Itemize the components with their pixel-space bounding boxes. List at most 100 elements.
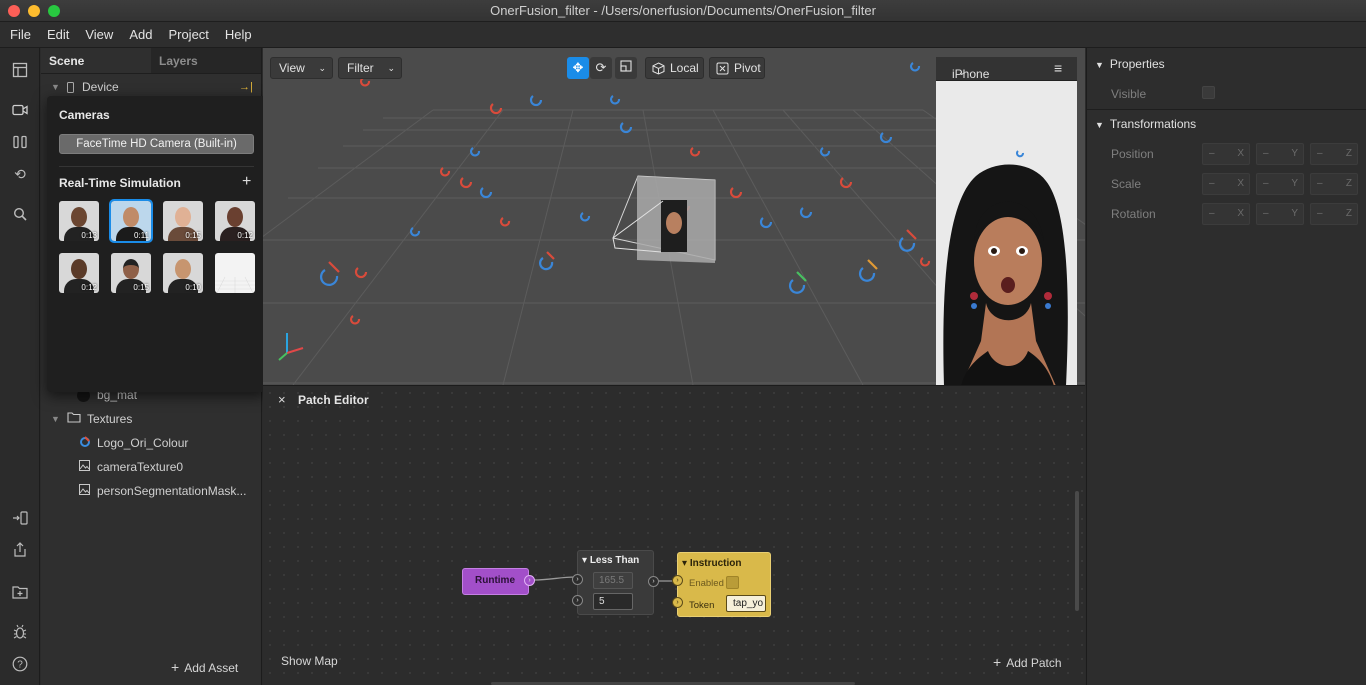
patch-editor[interactable]: × Patch Editor Runtime › ▾ Less Than 165… <box>263 385 1085 685</box>
add-video-button[interactable]: + <box>242 173 251 191</box>
expand-caret-icon[interactable]: ▼ <box>51 82 61 92</box>
phone-icon <box>67 81 74 93</box>
add-patch-label: Add Patch <box>1006 656 1062 670</box>
move-tool-icon[interactable]: ✥ <box>567 57 589 79</box>
menu-view[interactable]: View <box>85 27 113 42</box>
axis-label: Z <box>1345 208 1352 219</box>
instruction-enabled-port[interactable]: › <box>672 575 683 586</box>
simulation-video-thumb-selected[interactable]: 0:11 <box>109 199 153 243</box>
menu-icon[interactable]: ≡ <box>1054 60 1062 76</box>
visible-checkbox[interactable] <box>1202 86 1215 99</box>
bug-icon[interactable] <box>10 622 30 642</box>
position-z-field[interactable]: – Z <box>1310 143 1358 165</box>
scale-x-field[interactable]: – X <box>1202 173 1250 195</box>
video-camera-icon[interactable] <box>10 100 30 120</box>
search-icon[interactable] <box>10 204 30 224</box>
less-than-input-1[interactable]: 165.5 <box>593 572 633 589</box>
scale-tool-icon[interactable] <box>615 57 637 79</box>
less-than-output-port[interactable]: › <box>648 576 659 587</box>
rotate-tool-icon[interactable]: ⟳ <box>590 57 612 79</box>
grid-floor-icon <box>215 276 255 293</box>
rotation-z-field[interactable]: – Z <box>1310 203 1358 225</box>
video-duration: 0:10 <box>185 283 201 292</box>
tree-item-texture[interactable]: personSegmentationMask... <box>79 481 246 501</box>
tab-layers[interactable]: Layers <box>151 48 261 73</box>
scale-y-field[interactable]: – Y <box>1256 173 1304 195</box>
less-than-input-port-2[interactable]: › <box>572 595 583 606</box>
pivot-button[interactable]: Pivot <box>709 57 765 79</box>
scale-z-field[interactable]: – Z <box>1310 173 1358 195</box>
simulation-video-thumb[interactable]: 0:13 <box>59 201 99 241</box>
show-map-button[interactable]: Show Map <box>281 654 338 668</box>
face-preview-image <box>936 81 1077 386</box>
simulation-video-thumb[interactable]: 0:15 <box>111 253 151 293</box>
runtime-output-port[interactable]: › <box>524 575 535 586</box>
tree-item-device[interactable]: ▼ Device →| <box>51 77 253 97</box>
tree-item-textures[interactable]: ▼ Textures <box>51 409 132 429</box>
menu-bar: File Edit View Add Project Help <box>0 22 1366 48</box>
position-x-field[interactable]: – X <box>1202 143 1250 165</box>
minimize-window-button[interactable] <box>28 5 40 17</box>
facetime-camera-button[interactable]: FaceTime HD Camera (Built-in) <box>59 134 254 154</box>
export-icon[interactable] <box>10 540 30 560</box>
instruction-patch[interactable]: ▾ Instruction Enabled Token tap_yo <box>677 552 771 617</box>
menu-file[interactable]: File <box>10 27 31 42</box>
tab-scene[interactable]: Scene <box>41 48 151 73</box>
simulation-video-thumb[interactable]: 0:15 <box>163 201 203 241</box>
menu-add[interactable]: Add <box>129 27 152 42</box>
less-than-input-port-1[interactable]: › <box>572 574 583 585</box>
less-than-patch[interactable]: ▾ Less Than 165.5 5 <box>577 550 654 615</box>
position-y-field[interactable]: – Y <box>1256 143 1304 165</box>
cameras-popup: Cameras FaceTime HD Camera (Built-in) Re… <box>47 96 266 392</box>
local-space-button[interactable]: Local <box>645 57 704 79</box>
close-window-button[interactable] <box>8 5 20 17</box>
field-value: – <box>1209 208 1215 219</box>
add-folder-icon[interactable] <box>10 582 30 602</box>
rotation-y-field[interactable]: – Y <box>1256 203 1304 225</box>
menu-help[interactable]: Help <box>225 27 252 42</box>
enabled-label: Enabled <box>689 578 724 589</box>
plus-icon: + <box>171 659 180 675</box>
simulation-empty-scene-thumb[interactable] <box>215 253 255 293</box>
transformations-header[interactable]: ▼ Transformations <box>1095 117 1196 131</box>
add-patch-button[interactable]: + Add Patch <box>993 654 1062 670</box>
view-label: View <box>279 61 305 75</box>
axis-label: X <box>1237 208 1244 219</box>
rotation-x-field[interactable]: – X <box>1202 203 1250 225</box>
instruction-token-port[interactable]: › <box>672 597 683 608</box>
tree-item-label: Logo_Ori_Colour <box>97 436 189 450</box>
help-icon[interactable]: ? <box>10 654 30 674</box>
properties-header[interactable]: ▼ Properties <box>1095 57 1165 71</box>
token-input[interactable]: tap_yo <box>726 595 766 612</box>
chevron-down-icon: ⌄ <box>318 63 326 73</box>
field-value: – <box>1209 148 1215 159</box>
video-duration: 0:12 <box>81 283 97 292</box>
video-duration: 0:13 <box>81 231 97 240</box>
device-link-icon[interactable]: →| <box>239 81 253 93</box>
axis-label: Z <box>1345 148 1352 159</box>
zoom-window-button[interactable] <box>48 5 60 17</box>
tree-item-texture[interactable]: Logo_Ori_Colour <box>79 433 188 453</box>
runtime-patch[interactable]: Runtime <box>462 568 529 595</box>
filter-dropdown[interactable]: Filter ⌄ <box>338 57 402 79</box>
split-view-icon[interactable] <box>10 132 30 152</box>
axis-label: X <box>1237 148 1244 159</box>
menu-project[interactable]: Project <box>168 27 208 42</box>
menu-edit[interactable]: Edit <box>47 27 69 42</box>
simulation-video-thumb[interactable]: 0:12 <box>59 253 99 293</box>
less-than-input-2[interactable]: 5 <box>593 593 633 610</box>
add-asset-button[interactable]: + Add Asset <box>171 659 238 675</box>
expand-caret-icon[interactable]: ▼ <box>51 414 61 424</box>
runtime-patch-title: Runtime <box>475 575 515 586</box>
view-dropdown[interactable]: View ⌄ <box>270 57 333 79</box>
simulation-video-thumb[interactable]: 0:12 <box>215 201 255 241</box>
refresh-icon[interactable]: ⟲ <box>10 164 30 184</box>
mirror-to-device-icon[interactable] <box>10 508 30 528</box>
simulator-preview[interactable] <box>936 81 1077 386</box>
enabled-checkbox[interactable] <box>726 576 739 589</box>
tree-item-texture[interactable]: cameraTexture0 <box>79 457 183 477</box>
properties-title: Properties <box>1109 57 1165 71</box>
axis-label: Y <box>1291 178 1298 189</box>
layout-icon[interactable] <box>10 60 30 80</box>
simulation-video-thumb[interactable]: 0:10 <box>163 253 203 293</box>
